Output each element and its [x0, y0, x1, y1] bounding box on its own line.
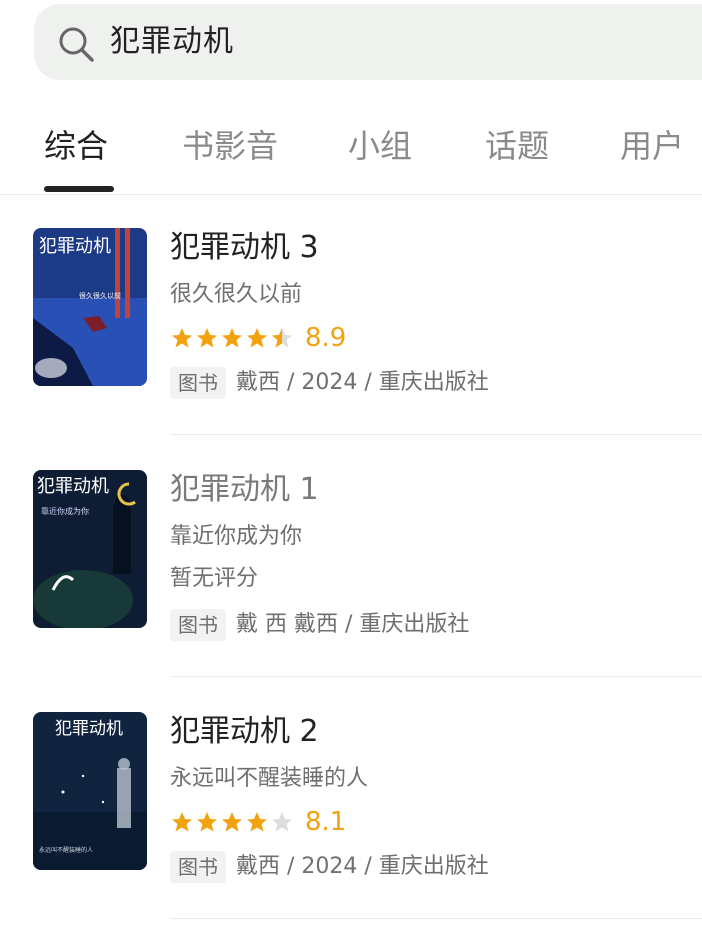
result-title[interactable]: 犯罪动机 1 — [170, 470, 319, 510]
type-tag: 图书 — [170, 367, 226, 399]
cover-title: 犯罪动机 — [37, 476, 109, 497]
star-icon — [222, 812, 242, 832]
book-meta: 戴西 / 2024 / 重庆出版社 — [236, 854, 489, 879]
cover-tagline: 靠近你成为你 — [41, 506, 89, 516]
active-tab-indicator — [44, 186, 114, 192]
star-icon — [172, 812, 192, 832]
rating-score: 8.1 — [305, 807, 347, 837]
divider — [170, 434, 702, 435]
book-cover[interactable]: 犯罪动机 永远叫不醒装睡的人 — [33, 712, 147, 870]
cover-title: 犯罪动机 — [55, 719, 123, 739]
cover-tagline: 很久很久以前 — [79, 291, 121, 300]
star-icon — [247, 328, 267, 348]
search-icon — [59, 27, 94, 62]
rating-row: 8.1 — [170, 806, 346, 838]
result-title[interactable]: 犯罪动机 2 — [170, 712, 319, 752]
book-cover[interactable]: 犯罪动机 很久很久以前 — [33, 228, 147, 386]
list-item[interactable]: 犯罪动机 靠近你成为你 犯罪动机 1 靠近你成为你 暂无评分 图书 戴 西 戴西… — [0, 442, 702, 682]
star-icon — [197, 812, 217, 832]
type-tag: 图书 — [170, 851, 226, 883]
star-rating — [170, 810, 295, 834]
result-subtitle: 很久很久以前 — [170, 282, 303, 307]
cover-title: 犯罪动机 — [39, 236, 111, 257]
tab-all[interactable]: 综合 — [44, 124, 108, 168]
result-subtitle: 靠近你成为你 — [170, 524, 303, 549]
meta-row: 图书 戴西 / 2024 / 重庆出版社 — [170, 366, 489, 400]
star-icon — [247, 812, 267, 832]
search-query[interactable]: 犯罪动机 — [110, 22, 234, 62]
tab-topics[interactable]: 话题 — [485, 124, 549, 168]
meta-row: 图书 戴 西 戴西 / 重庆出版社 — [170, 608, 469, 642]
result-title[interactable]: 犯罪动机 3 — [170, 228, 319, 268]
star-rating — [170, 326, 295, 350]
meta-row: 图书 戴西 / 2024 / 重庆出版社 — [170, 850, 489, 884]
book-cover[interactable]: 犯罪动机 靠近你成为你 — [33, 470, 147, 628]
list-item[interactable]: 犯罪动机 永远叫不醒装睡的人 犯罪动机 2 永远叫不醒装睡的人 8.1 图书 戴… — [0, 684, 702, 924]
empty-star-icon — [272, 812, 292, 832]
search-bar[interactable]: 犯罪动机 — [34, 4, 702, 80]
no-rating-label: 暂无评分 — [170, 566, 259, 591]
list-item[interactable]: 犯罪动机 很久很久以前 犯罪动机 3 很久很久以前 8.9 图书 戴西 / 20… — [0, 200, 702, 440]
tab-bar: 综合 书影音 小组 话题 用户 — [0, 110, 702, 195]
tab-books-movies-music[interactable]: 书影音 — [182, 124, 278, 168]
tab-groups[interactable]: 小组 — [348, 124, 412, 168]
half-star-icon — [272, 328, 292, 348]
book-meta: 戴西 / 2024 / 重庆出版社 — [236, 370, 489, 395]
star-icon — [197, 328, 217, 348]
rating-row: 8.9 — [170, 322, 346, 354]
rating-score: 8.9 — [305, 323, 347, 353]
divider — [170, 676, 702, 677]
result-subtitle: 永远叫不醒装睡的人 — [170, 766, 369, 791]
star-icon — [172, 328, 192, 348]
tab-users[interactable]: 用户 — [620, 124, 684, 168]
star-icon — [222, 328, 242, 348]
divider — [170, 918, 702, 919]
book-meta: 戴 西 戴西 / 重庆出版社 — [236, 612, 470, 637]
type-tag: 图书 — [170, 609, 226, 641]
cover-tagline: 永远叫不醒装睡的人 — [39, 846, 93, 854]
